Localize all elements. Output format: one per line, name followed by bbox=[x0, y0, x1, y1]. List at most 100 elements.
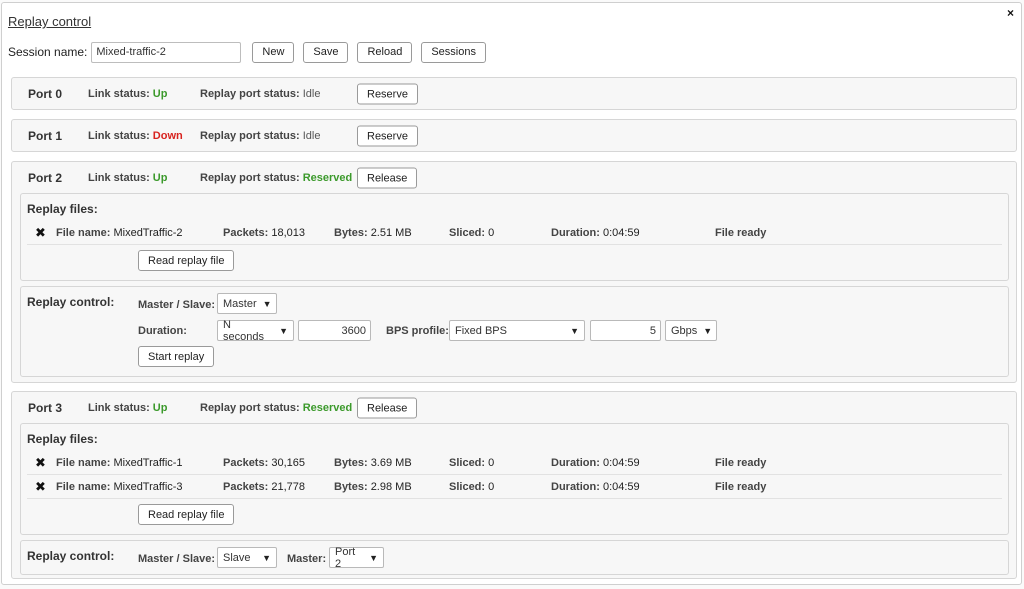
file-name-label: File name: bbox=[56, 226, 111, 239]
bps-unit-value: Gbps bbox=[671, 324, 698, 337]
release-button[interactable]: Release bbox=[357, 397, 418, 419]
duration-type-value: N seconds bbox=[223, 318, 264, 343]
duration-label: Duration: bbox=[551, 226, 600, 239]
file-sliced: Sliced: 0 bbox=[449, 457, 494, 469]
read-replay-file-button[interactable]: Read replay file bbox=[138, 504, 235, 525]
master-slave-select[interactable]: Master ▼ bbox=[217, 293, 277, 314]
link-status-value: Down bbox=[152, 130, 183, 142]
link-status-label: Link status: bbox=[88, 88, 150, 100]
start-replay-button[interactable]: Start replay bbox=[138, 346, 215, 367]
file-duration: Duration: 0:04:59 bbox=[551, 481, 640, 493]
replay-port-status: Replay port status: Reserved bbox=[200, 172, 352, 184]
file-packets: Packets: 21,778 bbox=[223, 481, 305, 493]
sessions-button[interactable]: Sessions bbox=[421, 41, 486, 63]
duration-value: 0:04:59 bbox=[602, 456, 640, 469]
packets-label: Packets: bbox=[223, 480, 269, 493]
master-slave-label: Master / Slave: bbox=[138, 553, 216, 565]
replay-control-title: Replay control: bbox=[27, 295, 115, 309]
file-row: ✖ File name: MixedTraffic-3 Packets: 21,… bbox=[27, 475, 1002, 499]
replay-files-title: Replay files: bbox=[27, 432, 98, 446]
bps-value-input[interactable] bbox=[590, 320, 661, 341]
master-slave-label: Master / Slave: bbox=[138, 299, 216, 311]
file-packets: Packets: 30,165 bbox=[223, 457, 305, 469]
duration-control-label: Duration: bbox=[138, 325, 187, 337]
sliced-label: Sliced: bbox=[449, 226, 486, 239]
port-header: Port 3 Link status: Up Replay port statu… bbox=[12, 392, 1016, 424]
file-row: ✖ File name: MixedTraffic-2 Packets: 18,… bbox=[27, 221, 1002, 245]
master-label: Master: bbox=[287, 553, 327, 565]
new-button[interactable]: New bbox=[252, 41, 295, 63]
file-duration: Duration: 0:04:59 bbox=[551, 457, 640, 469]
file-name-label: File name: bbox=[56, 480, 111, 493]
session-name-input[interactable] bbox=[91, 41, 242, 63]
sliced-value: 0 bbox=[488, 480, 495, 493]
release-button[interactable]: Release bbox=[357, 167, 418, 189]
sliced-value: 0 bbox=[488, 456, 495, 469]
file-name-value: MixedTraffic-2 bbox=[113, 226, 183, 239]
file-bytes: Bytes: 2.51 MB bbox=[334, 227, 412, 239]
link-status-value: Up bbox=[152, 88, 168, 100]
port-panel-1: Port 1 Link status: Down Replay port sta… bbox=[11, 119, 1017, 152]
packets-label: Packets: bbox=[223, 456, 269, 469]
chevron-down-icon: ▼ bbox=[369, 552, 378, 563]
file-name: File name: MixedTraffic-3 bbox=[56, 481, 183, 493]
page-title: Replay control bbox=[8, 14, 92, 29]
remove-file-icon[interactable]: ✖ bbox=[35, 479, 46, 495]
file-row: ✖ File name: MixedTraffic-1 Packets: 30,… bbox=[27, 451, 1002, 475]
replay-port-status-label: Replay port status: bbox=[200, 172, 300, 184]
bps-unit-select[interactable]: Gbps ▼ bbox=[665, 320, 717, 341]
close-icon[interactable]: × bbox=[1007, 6, 1014, 20]
replay-files-title: Replay files: bbox=[27, 202, 98, 216]
port-name: Port 0 bbox=[28, 87, 63, 101]
packets-label: Packets: bbox=[223, 226, 269, 239]
file-bytes: Bytes: 3.69 MB bbox=[334, 457, 412, 469]
file-status: File ready bbox=[715, 456, 767, 469]
duration-type-select[interactable]: N seconds ▼ bbox=[217, 318, 294, 343]
session-toolbar: Session name: New Save Reload Sessions bbox=[8, 41, 486, 63]
reload-button[interactable]: Reload bbox=[357, 41, 413, 63]
replay-port-status: Replay port status: Reserved bbox=[200, 402, 352, 414]
link-status: Link status: Up bbox=[88, 88, 167, 100]
port-header: Port 0 Link status: Up Replay port statu… bbox=[12, 78, 1016, 110]
replay-control-window: × Replay control Session name: New Save … bbox=[1, 2, 1022, 585]
remove-file-icon[interactable]: ✖ bbox=[35, 455, 46, 471]
bps-profile-select[interactable]: Fixed BPS ▼ bbox=[449, 320, 585, 341]
duration-value-input[interactable] bbox=[298, 320, 371, 341]
duration-value: 0:04:59 bbox=[602, 480, 640, 493]
bytes-label: Bytes: bbox=[334, 456, 368, 469]
bps-profile-value: Fixed BPS bbox=[455, 324, 507, 337]
port-name: Port 2 bbox=[28, 171, 63, 185]
file-packets: Packets: 18,013 bbox=[223, 227, 305, 239]
save-button[interactable]: Save bbox=[303, 41, 349, 63]
master-port-select[interactable]: Port 2 ▼ bbox=[329, 546, 384, 570]
link-status-label: Link status: bbox=[88, 130, 150, 142]
port-name: Port 3 bbox=[28, 401, 63, 415]
replay-port-status-value: Reserved bbox=[302, 402, 353, 414]
file-name-label: File name: bbox=[56, 456, 111, 469]
bps-profile-label: BPS profile: bbox=[386, 325, 449, 337]
chevron-down-icon: ▼ bbox=[262, 552, 271, 563]
chevron-down-icon: ▼ bbox=[262, 298, 272, 309]
duration-value: 0:04:59 bbox=[602, 226, 640, 239]
master-slave-value: Slave bbox=[223, 551, 251, 564]
reserve-button[interactable]: Reserve bbox=[357, 125, 418, 147]
replay-port-status-value: Reserved bbox=[302, 172, 353, 184]
port-header: Port 1 Link status: Down Replay port sta… bbox=[12, 120, 1016, 152]
remove-file-icon[interactable]: ✖ bbox=[35, 225, 46, 241]
port-panel-3: Port 3 Link status: Up Replay port statu… bbox=[11, 391, 1017, 579]
packets-value: 30,165 bbox=[271, 456, 305, 469]
bytes-value: 2.98 MB bbox=[370, 480, 412, 493]
port-name: Port 1 bbox=[28, 129, 63, 143]
sliced-label: Sliced: bbox=[449, 480, 486, 493]
link-status: Link status: Up bbox=[88, 172, 167, 184]
master-slave-select[interactable]: Slave ▼ bbox=[217, 547, 277, 568]
replay-control-panel: Replay control: Master / Slave: Master ▼ … bbox=[20, 286, 1009, 377]
read-replay-file-button[interactable]: Read replay file bbox=[138, 250, 235, 271]
replay-control-panel: Replay control: Master / Slave: Slave ▼ M… bbox=[20, 540, 1009, 575]
reserve-button[interactable]: Reserve bbox=[357, 83, 418, 105]
replay-port-status-value: Idle bbox=[302, 88, 321, 100]
link-status-label: Link status: bbox=[88, 172, 150, 184]
port-header: Port 2 Link status: Up Replay port statu… bbox=[12, 162, 1016, 194]
replay-port-status: Replay port status: Idle bbox=[200, 130, 320, 142]
packets-value: 18,013 bbox=[271, 226, 305, 239]
